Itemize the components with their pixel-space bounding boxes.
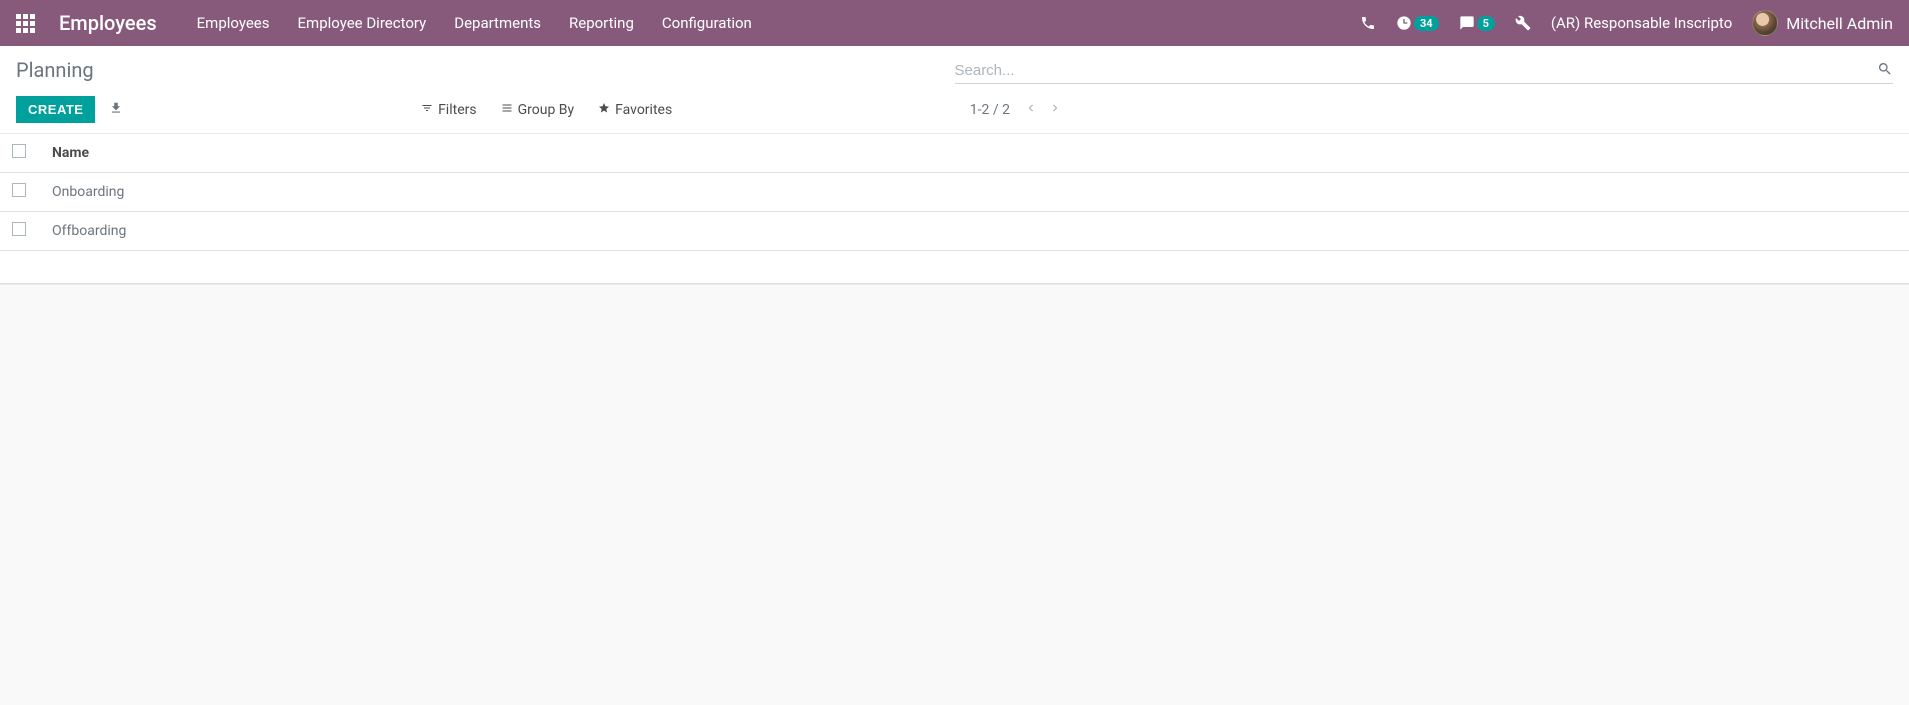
- table-header-row: Name: [0, 134, 1909, 173]
- nav-menu: Employees Employee Directory Departments…: [197, 14, 752, 32]
- pager-text[interactable]: 1-2 / 2: [970, 102, 1010, 118]
- nav-employee-directory[interactable]: Employee Directory: [298, 14, 427, 32]
- navbar-right: 34 5 (AR) Responsable Inscripto Mitchell…: [1360, 10, 1893, 36]
- pager-prev[interactable]: [1024, 100, 1038, 119]
- groupby-button[interactable]: Group By: [501, 102, 575, 118]
- breadcrumb: Planning: [16, 58, 94, 82]
- funnel-icon: [421, 102, 433, 118]
- create-button[interactable]: CREATE: [16, 96, 95, 123]
- debug-icon[interactable]: [1515, 15, 1531, 31]
- table-row[interactable]: Onboarding: [0, 173, 1909, 212]
- pager: 1-2 / 2: [970, 100, 1062, 119]
- filters-button[interactable]: Filters: [421, 102, 477, 118]
- table-footer: [0, 251, 1909, 284]
- row-name: Onboarding: [40, 173, 1909, 212]
- search-options: Filters Group By Favorites: [421, 102, 672, 118]
- select-all-checkbox[interactable]: [12, 144, 26, 158]
- navbar: Employees Employees Employee Directory D…: [0, 0, 1909, 46]
- nav-departments[interactable]: Departments: [454, 14, 541, 32]
- chevron-left-icon: [1024, 100, 1038, 119]
- list-view: Name Onboarding Offboarding: [0, 134, 1909, 284]
- search-bar[interactable]: [955, 58, 1894, 84]
- nav-configuration[interactable]: Configuration: [662, 14, 752, 32]
- company-switcher[interactable]: (AR) Responsable Inscripto: [1551, 14, 1732, 32]
- pager-next[interactable]: [1048, 100, 1062, 119]
- nav-reporting[interactable]: Reporting: [569, 14, 634, 32]
- activity-badge: 34: [1414, 16, 1439, 31]
- user-menu[interactable]: Mitchell Admin: [1752, 10, 1893, 36]
- app-brand[interactable]: Employees: [59, 11, 157, 35]
- groupby-label: Group By: [518, 102, 575, 118]
- avatar: [1752, 10, 1778, 36]
- filters-label: Filters: [438, 102, 477, 118]
- apps-icon[interactable]: [16, 14, 35, 33]
- download-icon: [109, 103, 123, 118]
- row-checkbox[interactable]: [12, 183, 26, 197]
- star-icon: [598, 102, 610, 118]
- messages-badge: 5: [1477, 16, 1495, 31]
- user-name: Mitchell Admin: [1786, 14, 1893, 33]
- column-name[interactable]: Name: [40, 134, 1909, 173]
- import-button[interactable]: [109, 101, 123, 118]
- row-name: Offboarding: [40, 212, 1909, 251]
- messages-icon[interactable]: 5: [1459, 15, 1495, 31]
- table-row[interactable]: Offboarding: [0, 212, 1909, 251]
- list-icon: [501, 102, 513, 118]
- search-icon[interactable]: [1877, 61, 1893, 81]
- phone-icon[interactable]: [1360, 15, 1376, 31]
- chevron-right-icon: [1048, 100, 1062, 119]
- control-panel: Planning CREATE Filters Group By: [0, 46, 1909, 134]
- nav-employees[interactable]: Employees: [197, 14, 270, 32]
- row-checkbox[interactable]: [12, 222, 26, 236]
- favorites-label: Favorites: [615, 102, 672, 118]
- activity-icon[interactable]: 34: [1396, 15, 1439, 31]
- search-input[interactable]: [955, 58, 1878, 83]
- favorites-button[interactable]: Favorites: [598, 102, 672, 118]
